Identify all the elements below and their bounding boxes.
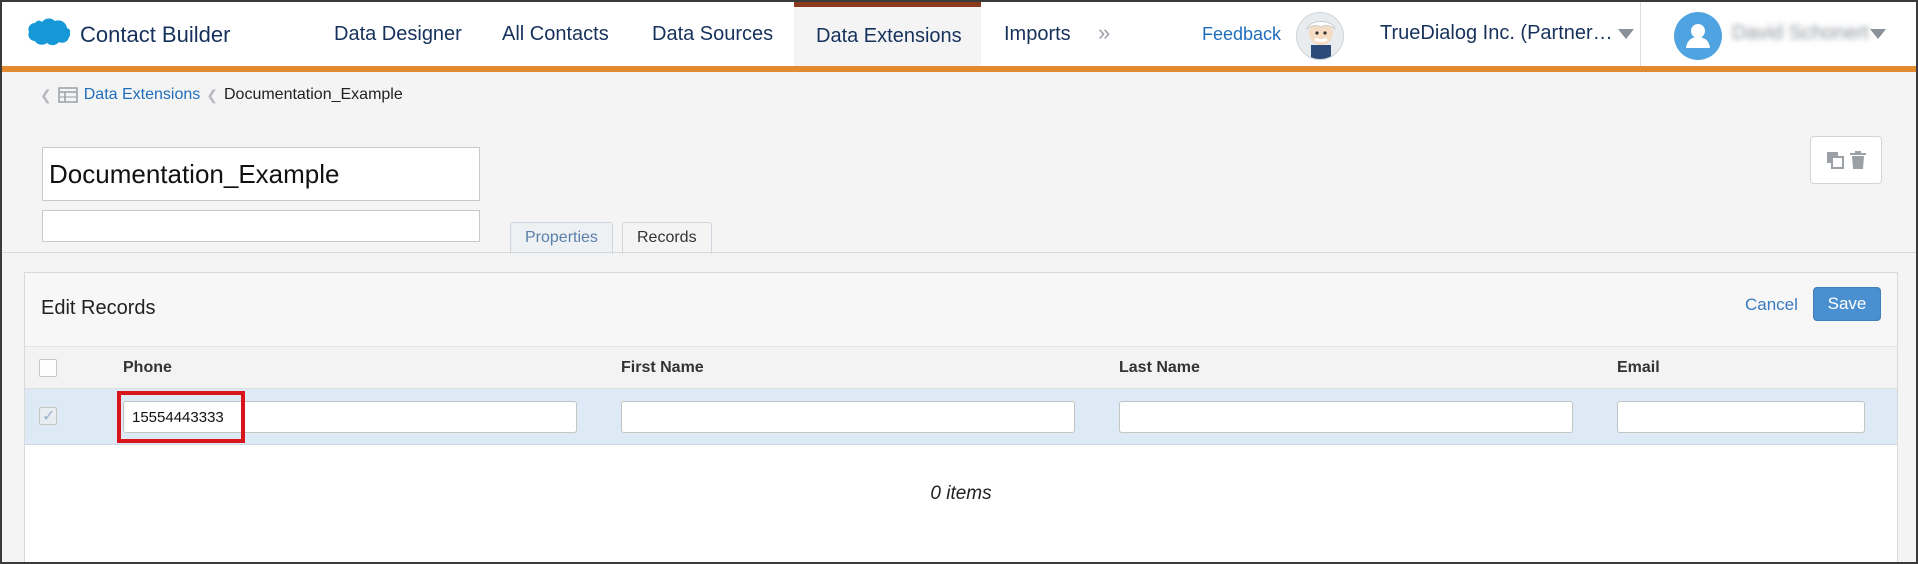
column-last-name[interactable]: Last Name — [1119, 359, 1200, 377]
table-header: Phone First Name Last Name Email — [25, 347, 1897, 389]
column-phone[interactable]: Phone — [123, 359, 172, 377]
nav-tab-data-sources[interactable]: Data Sources — [630, 2, 795, 66]
extension-description-input[interactable] — [42, 210, 480, 242]
row-checkbox[interactable] — [39, 406, 57, 426]
panel-title: Edit Records — [41, 297, 156, 319]
einstein-icon[interactable] — [1296, 12, 1344, 60]
top-nav-bar: Contact Builder Data Designer All Contac… — [2, 2, 1916, 72]
tab-divider — [2, 252, 1916, 253]
tab-records[interactable]: Records — [622, 222, 712, 254]
first-name-field[interactable] — [621, 401, 1075, 433]
nav-divider — [1640, 2, 1641, 66]
chevron-down-icon[interactable] — [1618, 29, 1634, 39]
extension-actions — [1810, 136, 1882, 184]
user-avatar-icon[interactable] — [1674, 12, 1722, 60]
salesforce-cloud-icon — [28, 18, 70, 46]
breadcrumb: ❮ Data Extensions ❮ Documentation_Exampl… — [40, 86, 403, 104]
last-name-field[interactable] — [1119, 401, 1573, 433]
item-count: 0 items — [930, 483, 992, 504]
email-field[interactable] — [1617, 401, 1865, 433]
save-button[interactable]: Save — [1813, 287, 1881, 321]
app-window: Contact Builder Data Designer All Contac… — [0, 0, 1918, 564]
nav-tab-data-extensions[interactable]: Data Extensions — [794, 2, 981, 66]
user-name[interactable]: David Schonert — [1732, 22, 1869, 45]
nav-tab-imports[interactable]: Imports — [982, 2, 1093, 66]
chevron-left-icon: ❮ — [206, 86, 218, 103]
column-email[interactable]: Email — [1617, 359, 1660, 377]
org-switcher[interactable]: TrueDialog Inc. (Partner… — [1380, 22, 1613, 45]
user-menu-chevron-icon[interactable] — [1870, 29, 1886, 39]
table-row — [25, 389, 1897, 445]
trash-icon[interactable] — [1849, 150, 1867, 170]
more-tabs-button[interactable]: » — [1098, 20, 1110, 46]
app-title[interactable]: Contact Builder — [80, 22, 230, 48]
copy-icon[interactable] — [1825, 150, 1845, 170]
feedback-link[interactable]: Feedback — [1202, 24, 1281, 45]
nav-tab-data-designer[interactable]: Data Designer — [312, 2, 484, 66]
cancel-button[interactable]: Cancel — [1745, 295, 1798, 315]
breadcrumb-data-extensions-link[interactable]: Data Extensions — [84, 86, 201, 104]
phone-field[interactable] — [123, 401, 577, 433]
edit-records-panel: Edit Records Cancel Save Phone First Nam… — [24, 272, 1898, 562]
column-first-name[interactable]: First Name — [621, 359, 704, 377]
chevron-left-icon: ❮ — [40, 86, 52, 103]
tab-properties[interactable]: Properties — [510, 222, 613, 254]
nav-tab-all-contacts[interactable]: All Contacts — [480, 2, 631, 66]
extension-name-input[interactable] — [42, 147, 480, 201]
breadcrumb-current: Documentation_Example — [223, 86, 403, 103]
select-all-checkbox[interactable] — [39, 359, 57, 377]
panel-header: Edit Records Cancel Save — [25, 273, 1897, 347]
table-icon — [57, 87, 78, 103]
